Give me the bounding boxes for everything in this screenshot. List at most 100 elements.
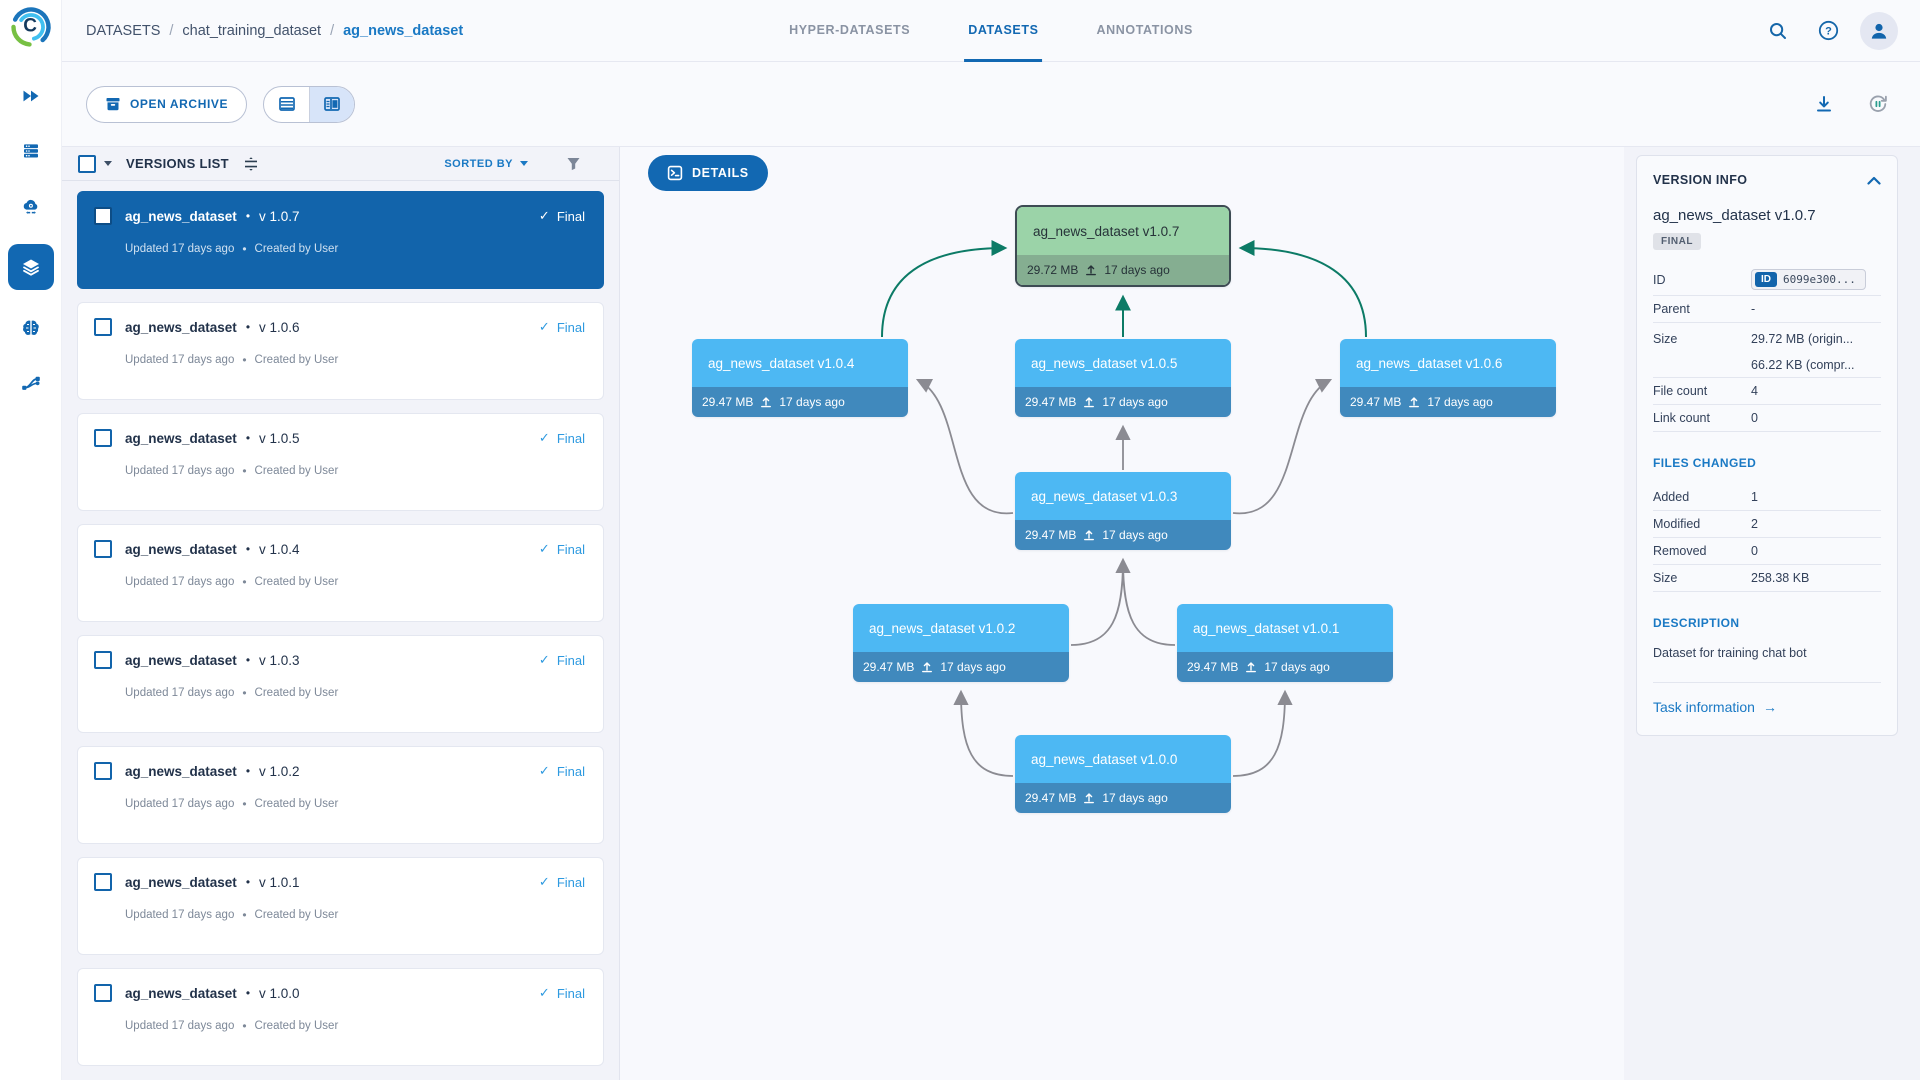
changed-size-label: Size <box>1653 571 1751 585</box>
bullet-separator: • <box>242 464 246 478</box>
link-count-row: Link count 0 <box>1653 405 1881 432</box>
search-button[interactable] <box>1760 13 1796 49</box>
sidebar-item-expand[interactable] <box>8 79 54 113</box>
graph-node[interactable]: ag_news_dataset v1.0.5 29.47 MB 17 days … <box>1015 339 1231 417</box>
version-item-version: v 1.0.2 <box>259 764 300 779</box>
version-list-item[interactable]: ag_news_dataset • v 1.0.1 ✓ Final Update… <box>77 857 604 955</box>
version-checkbox[interactable] <box>94 207 112 225</box>
version-list-item[interactable]: ag_news_dataset • v 1.0.3 ✓ Final Update… <box>77 635 604 733</box>
filter-icon <box>566 156 581 171</box>
description-text: Dataset for training chat bot <box>1653 646 1881 683</box>
graph-node-footer: 29.47 MB 17 days ago <box>1015 387 1231 417</box>
versions-list-header: VERSIONS LIST SORTED BY <box>62 147 619 181</box>
bullet-separator: • <box>242 686 246 700</box>
graph-node[interactable]: ag_news_dataset v1.0.3 29.47 MB 17 days … <box>1015 472 1231 550</box>
task-information-link[interactable]: Task information → <box>1653 699 1881 715</box>
top-right-icons: ? <box>1760 12 1898 50</box>
auto-refresh-button[interactable] <box>1860 86 1896 122</box>
id-row: ID ID 6099e300... <box>1653 264 1881 296</box>
link-count-label: Link count <box>1653 411 1751 425</box>
details-button[interactable]: DETAILS <box>648 155 768 191</box>
tab-datasets[interactable]: DATASETS <box>964 0 1042 62</box>
version-checkbox[interactable] <box>94 984 112 1002</box>
sidebar-item-workers[interactable] <box>8 134 54 168</box>
graph-node[interactable]: ag_news_dataset v1.0.4 29.47 MB 17 days … <box>692 339 908 417</box>
version-list-item[interactable]: ag_news_dataset • v 1.0.7 ✓ Final Update… <box>77 191 604 289</box>
top-bar: DATASETS/chat_training_dataset/ag_news_d… <box>62 0 1920 62</box>
version-checkbox[interactable] <box>94 429 112 447</box>
check-icon: ✓ <box>539 541 550 557</box>
graph-node[interactable]: ag_news_dataset v1.0.6 29.47 MB 17 days … <box>1340 339 1556 417</box>
version-list-item[interactable]: ag_news_dataset • v 1.0.6 ✓ Final Update… <box>77 302 604 400</box>
graph-node[interactable]: ag_news_dataset v1.0.1 29.47 MB 17 days … <box>1177 604 1393 682</box>
check-icon: ✓ <box>539 763 550 779</box>
version-item-name: ag_news_dataset <box>125 431 237 446</box>
graph-node-updated: 17 days ago <box>940 660 1005 674</box>
graph-node-footer: 29.47 MB 17 days ago <box>692 387 908 417</box>
collapse-panel-button[interactable] <box>1867 176 1881 185</box>
graph-node-footer: 29.47 MB 17 days ago <box>1340 387 1556 417</box>
id-chip-tag: ID <box>1755 272 1777 287</box>
clearml-logo[interactable]: C <box>9 5 53 49</box>
version-item-created: Created by User <box>255 576 339 588</box>
version-list-item[interactable]: ag_news_dataset • v 1.0.4 ✓ Final Update… <box>77 524 604 622</box>
version-checkbox[interactable] <box>94 651 112 669</box>
select-all-caret-icon[interactable] <box>104 161 112 166</box>
version-list-item[interactable]: ag_news_dataset • v 1.0.5 ✓ Final Update… <box>77 413 604 511</box>
final-status: ✓ Final <box>539 985 585 1001</box>
added-label: Added <box>1653 490 1751 504</box>
filter-button[interactable] <box>566 156 581 171</box>
graph-edge <box>1233 380 1330 513</box>
graph-edge <box>882 248 1005 337</box>
version-checkbox[interactable] <box>94 318 112 336</box>
version-item-updated: Updated 17 days ago <box>125 1020 234 1032</box>
breadcrumb-item[interactable]: DATASETS <box>86 23 160 39</box>
graph-node-updated: 17 days ago <box>1104 263 1169 277</box>
breadcrumb-item[interactable]: chat_training_dataset <box>182 23 321 39</box>
version-item-created: Created by User <box>255 1020 339 1032</box>
upload-icon <box>760 396 772 408</box>
table-view-toggle[interactable] <box>264 87 309 122</box>
version-list-item[interactable]: ag_news_dataset • v 1.0.0 ✓ Final Update… <box>77 968 604 1066</box>
modified-value: 2 <box>1751 517 1881 531</box>
sidebar-item-pipelines[interactable] <box>8 366 54 400</box>
open-archive-button[interactable]: OPEN ARCHIVE <box>86 86 247 123</box>
sidebar-item-datasets[interactable] <box>8 244 54 290</box>
final-status-label: Final <box>557 542 585 557</box>
graph-node-updated: 17 days ago <box>779 395 844 409</box>
id-chip[interactable]: ID 6099e300... <box>1751 269 1866 290</box>
version-checkbox[interactable] <box>94 762 112 780</box>
version-item-created: Created by User <box>255 354 339 366</box>
version-checkbox[interactable] <box>94 873 112 891</box>
version-item-name: ag_news_dataset <box>125 986 237 1001</box>
versions-list-title: VERSIONS LIST <box>126 156 229 171</box>
graph-node-size: 29.72 MB <box>1027 263 1078 277</box>
graph-node-size: 29.47 MB <box>1025 528 1076 542</box>
graph-edge <box>961 692 1013 776</box>
graph-node[interactable]: ag_news_dataset v1.0.0 29.47 MB 17 days … <box>1015 735 1231 813</box>
pipeline-icon <box>21 374 41 393</box>
help-button[interactable]: ? <box>1810 13 1846 49</box>
bullet-separator: • <box>246 875 250 889</box>
final-status: ✓ Final <box>539 430 585 446</box>
content-area: VERSIONS LIST SORTED BY <box>62 147 1920 1080</box>
sorted-by-dropdown[interactable]: SORTED BY <box>444 158 528 170</box>
graph-node[interactable]: ag_news_dataset v1.0.7 29.72 MB 17 days … <box>1015 205 1231 287</box>
version-list-item[interactable]: ag_news_dataset • v 1.0.2 ✓ Final Update… <box>77 746 604 844</box>
graph-node-updated: 17 days ago <box>1102 528 1167 542</box>
sidebar-item-models[interactable] <box>8 311 54 345</box>
breadcrumb-item[interactable]: ag_news_dataset <box>343 23 463 39</box>
tab-annotations[interactable]: ANNOTATIONS <box>1093 0 1197 62</box>
split-view-toggle[interactable] <box>309 87 354 122</box>
graph-node[interactable]: ag_news_dataset v1.0.2 29.47 MB 17 days … <box>853 604 1069 682</box>
list-settings-button[interactable] <box>243 156 259 172</box>
user-avatar[interactable] <box>1860 12 1898 50</box>
tab-hyper-datasets[interactable]: HYPER-DATASETS <box>785 0 914 62</box>
double-chevron-right-icon <box>21 87 40 105</box>
final-status: ✓ Final <box>539 652 585 668</box>
download-button[interactable] <box>1806 86 1842 122</box>
select-all-checkbox[interactable] <box>78 155 96 173</box>
sidebar-item-storage[interactable] <box>8 189 54 223</box>
version-checkbox[interactable] <box>94 540 112 558</box>
upload-icon <box>1083 529 1095 541</box>
